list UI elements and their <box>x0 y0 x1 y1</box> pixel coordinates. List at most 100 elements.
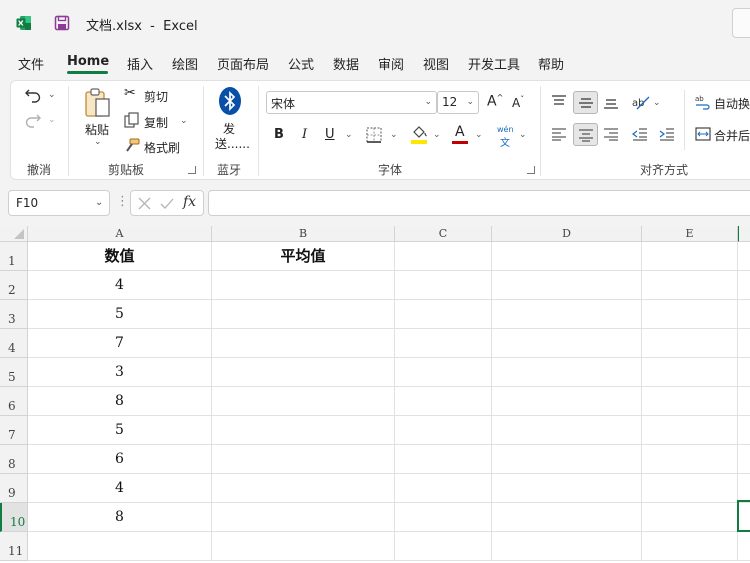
column-header-e[interactable]: E <box>642 226 738 242</box>
value-cell[interactable]: 7 <box>28 329 212 358</box>
formula-bar-grip-icon[interactable]: ⋮ <box>116 194 129 209</box>
grid-cell[interactable] <box>212 329 395 358</box>
decrease-font-size-icon[interactable]: Aˇ <box>512 95 524 110</box>
clipboard-launcher-icon[interactable] <box>188 166 196 174</box>
grid-cell[interactable] <box>212 300 395 329</box>
tab-page-layout[interactable]: 页面布局 <box>217 54 269 73</box>
tab-data[interactable]: 数据 <box>333 54 359 73</box>
font-size-combo[interactable]: 12 ⌄ <box>437 91 479 114</box>
grid-cell[interactable] <box>395 532 492 561</box>
align-top-icon[interactable] <box>551 94 567 108</box>
grid-cell[interactable] <box>28 532 212 561</box>
row-header[interactable]: 2 <box>0 271 28 300</box>
grid-cell[interactable] <box>395 300 492 329</box>
cancel-icon[interactable] <box>138 197 151 210</box>
grid-cell[interactable] <box>395 416 492 445</box>
column-header-f[interactable] <box>738 226 750 242</box>
undo-icon[interactable] <box>24 87 42 103</box>
tab-view[interactable]: 视图 <box>423 54 449 73</box>
row-header[interactable]: 1 <box>0 242 28 271</box>
grid-cell[interactable] <box>395 503 492 532</box>
grid-cell[interactable] <box>492 242 642 271</box>
font-name-dropdown-icon[interactable]: ⌄ <box>424 97 432 107</box>
tab-help[interactable]: 帮助 <box>538 54 564 73</box>
name-box[interactable]: F10 ⌄ <box>8 190 110 216</box>
tab-home[interactable]: Home <box>67 54 109 69</box>
copy-dropdown-icon[interactable]: ⌄ <box>180 116 188 126</box>
align-right-icon[interactable] <box>603 127 619 141</box>
decrease-indent-icon[interactable] <box>632 127 648 141</box>
cell-a1-header[interactable]: 数值 <box>28 242 212 271</box>
value-cell[interactable]: 5 <box>28 416 212 445</box>
column-header-c[interactable]: C <box>395 226 492 242</box>
phonetic-guide-top[interactable]: wén <box>497 125 514 134</box>
bluetooth-send-line2[interactable]: 送...... <box>215 135 250 152</box>
grid-cell[interactable] <box>738 387 750 416</box>
grid-cell[interactable] <box>642 416 738 445</box>
grid-cell[interactable] <box>395 358 492 387</box>
paste-icon[interactable] <box>84 87 112 119</box>
title-search-box[interactable] <box>732 8 750 38</box>
tab-insert[interactable]: 插入 <box>127 54 153 73</box>
borders-icon[interactable] <box>366 127 382 143</box>
grid-cell[interactable] <box>395 445 492 474</box>
italic-button[interactable]: I <box>302 127 307 142</box>
wrap-text-label[interactable]: 自动换 <box>714 95 750 112</box>
redo-dropdown-icon[interactable]: ⌄ <box>48 115 56 125</box>
value-cell[interactable]: 8 <box>28 387 212 416</box>
fill-color-dropdown-icon[interactable]: ⌄ <box>433 130 441 140</box>
font-size-dropdown-icon[interactable]: ⌄ <box>466 97 474 107</box>
cut-icon[interactable]: ✂ <box>124 85 136 101</box>
increase-indent-icon[interactable] <box>659 127 675 141</box>
tab-draw[interactable]: 绘图 <box>172 54 198 73</box>
borders-dropdown-icon[interactable]: ⌄ <box>390 130 398 140</box>
redo-icon[interactable] <box>24 112 42 128</box>
grid-cell[interactable] <box>642 271 738 300</box>
value-cell[interactable]: 6 <box>28 445 212 474</box>
grid-cell[interactable] <box>642 532 738 561</box>
tab-review[interactable]: 审阅 <box>378 54 404 73</box>
tab-file[interactable]: 文件 <box>18 54 44 73</box>
select-all-corner[interactable] <box>0 226 28 242</box>
row-header[interactable]: 10 <box>0 503 28 532</box>
row-header[interactable]: 6 <box>0 387 28 416</box>
grid-cell[interactable] <box>395 271 492 300</box>
grid-cell[interactable] <box>738 300 750 329</box>
paste-dropdown-icon[interactable]: ⌄ <box>94 137 102 147</box>
tab-formulas[interactable]: 公式 <box>288 54 314 73</box>
bold-button[interactable]: B <box>274 127 284 142</box>
fill-color-icon[interactable] <box>410 124 428 144</box>
grid-cell[interactable] <box>738 416 750 445</box>
paste-label[interactable]: 粘贴 <box>85 121 109 138</box>
grid-cell[interactable] <box>212 358 395 387</box>
insert-function-icon[interactable]: fx <box>183 194 196 210</box>
tab-developer[interactable]: 开发工具 <box>468 54 520 73</box>
grid-cell[interactable] <box>642 445 738 474</box>
font-name-combo[interactable]: 宋体 ⌄ <box>266 91 437 114</box>
orientation-dropdown-icon[interactable]: ⌄ <box>653 98 661 108</box>
grid-cell[interactable] <box>492 329 642 358</box>
orientation-icon[interactable]: ab <box>632 94 650 110</box>
row-header[interactable]: 3 <box>0 300 28 329</box>
value-cell[interactable]: 4 <box>28 271 212 300</box>
selected-cell-f10[interactable] <box>737 500 750 532</box>
grid-cell[interactable] <box>395 387 492 416</box>
save-icon[interactable] <box>54 15 70 31</box>
grid-cell[interactable] <box>212 271 395 300</box>
phonetic-dropdown-icon[interactable]: ⌄ <box>519 130 527 140</box>
cell-b1-header[interactable]: 平均值 <box>212 242 395 271</box>
row-header[interactable]: 11 <box>0 532 28 561</box>
grid-cell[interactable] <box>492 300 642 329</box>
grid-cell[interactable] <box>212 416 395 445</box>
grid-cell[interactable] <box>642 300 738 329</box>
cut-label[interactable]: 剪切 <box>144 88 168 105</box>
grid-cell[interactable] <box>395 242 492 271</box>
grid-cell[interactable] <box>642 329 738 358</box>
copy-label[interactable]: 复制 <box>144 114 168 131</box>
grid-cell[interactable] <box>395 474 492 503</box>
enter-icon[interactable] <box>160 197 174 210</box>
grid-cell[interactable] <box>395 329 492 358</box>
grid-cell[interactable] <box>212 532 395 561</box>
increase-font-size-icon[interactable]: A^ <box>487 93 503 110</box>
grid-cell[interactable] <box>738 271 750 300</box>
